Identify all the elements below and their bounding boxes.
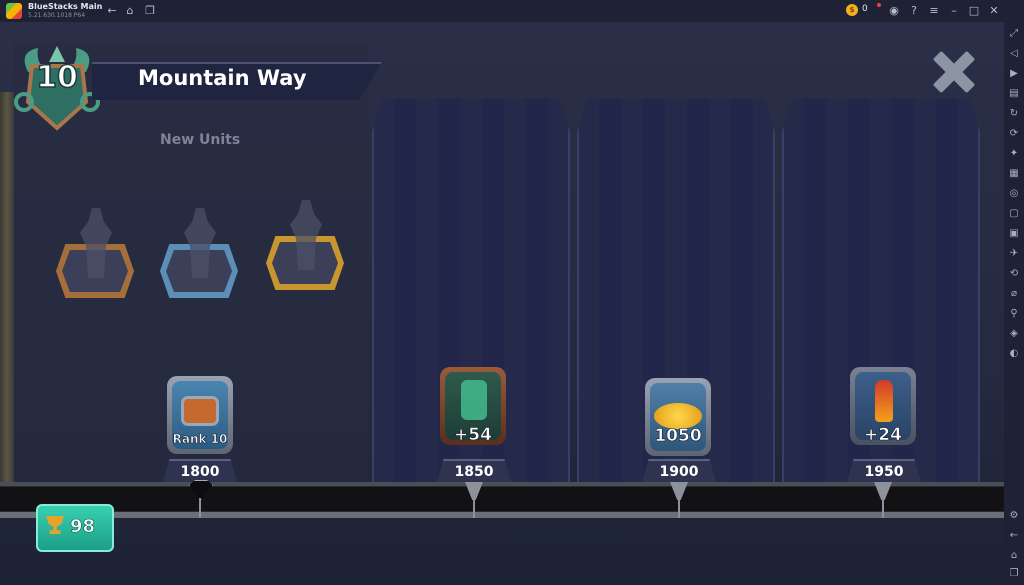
arena-title: Mountain Way <box>138 66 307 90</box>
cost-value: 1800 <box>180 464 220 480</box>
new-units-label: New Units <box>160 132 241 148</box>
trophy-count-badge: 98 <box>36 504 114 552</box>
home-icon[interactable]: ⌂ <box>122 3 138 19</box>
help-icon[interactable]: ? <box>906 3 922 19</box>
trophy-count: 98 <box>70 516 96 538</box>
level-number: 10 <box>35 59 78 96</box>
eco-mode-icon[interactable]: ◐ <box>1008 348 1020 360</box>
reward-card-gold[interactable]: 1050 <box>645 378 711 456</box>
location-icon[interactable]: ⚲ <box>1008 308 1020 320</box>
settings-icon[interactable]: ⚙ <box>1008 510 1020 522</box>
sidebar-home-icon[interactable]: ⌂ <box>1008 550 1020 562</box>
coin-count: 0 <box>862 4 868 14</box>
left-frame <box>0 92 14 512</box>
new-unit-2[interactable] <box>160 208 238 298</box>
performance-icon[interactable]: ▦ <box>1008 168 1020 180</box>
bluestacks-logo-icon <box>6 3 22 19</box>
level-badge: 10 <box>14 42 100 134</box>
notification-dot <box>877 3 881 7</box>
right-sidebar: ⤢ ◁ ▶ ▤ ↻ ⟳ ✦ ▦ ◎ ▢ ▣ ✈ ⟲ ⌀ ⚲ ◈ ◐ ⚙ ← ⌂ … <box>1004 22 1024 585</box>
layers-icon[interactable]: ◈ <box>1008 328 1020 340</box>
reward-card-unit[interactable]: +54 <box>440 367 506 445</box>
volume-icon[interactable]: ◁ <box>1008 48 1020 60</box>
multi-window-icon[interactable]: ❐ <box>142 3 158 19</box>
window-titlebar: BlueStacks Main 5.21.630.1018 P64 ← ⌂ ❐ … <box>0 0 1024 22</box>
new-unit-3[interactable] <box>266 200 344 290</box>
sidebar-recents-icon[interactable]: ❐ <box>1008 568 1020 580</box>
reward-label: +54 <box>454 425 493 446</box>
menu-icon[interactable]: ≡ <box>926 3 942 19</box>
shake-icon[interactable]: ⌀ <box>1008 288 1020 300</box>
app-name: BlueStacks Main <box>28 2 103 11</box>
media-icon[interactable]: ▶ <box>1008 68 1020 80</box>
app-version: 5.21.630.1018 P64 <box>28 12 86 19</box>
reward-label: +24 <box>864 425 903 446</box>
reward-card-fire-unit[interactable]: +24 <box>850 367 916 445</box>
new-unit-1[interactable] <box>56 208 134 298</box>
back-icon[interactable]: ← <box>104 3 120 19</box>
close-button[interactable] <box>932 50 976 94</box>
minimize-icon[interactable]: – <box>946 3 962 19</box>
game-controls-icon[interactable]: ✦ <box>1008 148 1020 160</box>
fullscreen-icon[interactable]: ⤢ <box>1008 28 1020 40</box>
maximize-icon[interactable]: □ <box>966 3 982 19</box>
record-icon[interactable]: ▢ <box>1008 208 1020 220</box>
account-icon[interactable]: ◉ <box>886 3 902 19</box>
cost-value: 1950 <box>864 464 904 480</box>
rotate-icon[interactable]: ⟲ <box>1008 268 1020 280</box>
sync-icon[interactable]: ↻ <box>1008 108 1020 120</box>
trophy-icon <box>46 516 64 534</box>
sidebar-back-icon[interactable]: ← <box>1008 530 1020 542</box>
game-viewport: 10 Mountain Way New Units Rank 10 +54 10… <box>0 22 1004 585</box>
coin-icon[interactable]: $ <box>846 4 858 16</box>
screenshot-icon[interactable]: ◎ <box>1008 188 1020 200</box>
airplane-icon[interactable]: ✈ <box>1008 248 1020 260</box>
reward-label: 1050 <box>654 426 702 447</box>
close-window-icon[interactable]: ✕ <box>986 3 1002 19</box>
gallery-icon[interactable]: ▣ <box>1008 228 1020 240</box>
cost-value: 1850 <box>454 464 494 480</box>
cost-value: 1900 <box>659 464 699 480</box>
keyboard-icon[interactable]: ▤ <box>1008 88 1020 100</box>
reward-card-rank[interactable]: Rank 10 <box>167 376 233 454</box>
macro-icon[interactable]: ⟳ <box>1008 128 1020 140</box>
reward-label: Rank 10 <box>172 432 228 447</box>
